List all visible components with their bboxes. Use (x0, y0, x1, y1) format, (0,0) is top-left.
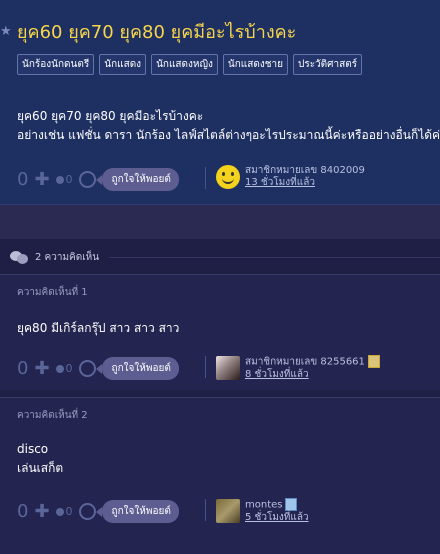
author-name[interactable]: montes (245, 500, 282, 511)
vote-count: 0 (17, 501, 29, 522)
topic-title: ยุค60 ยุค70 ยุค80 ยุคมีอะไรบ้างคะ (17, 22, 297, 43)
minus-count: 0 (65, 173, 73, 186)
tag-item[interactable]: นักแสดงชาย (222, 54, 288, 75)
member-badge-icon (285, 498, 298, 511)
tag-item[interactable]: นักร้องนักดนตรี (17, 54, 95, 75)
like-point-button[interactable]: ถูกใจให้พอยต์ (95, 500, 179, 523)
author-name[interactable]: สมาชิกหมายเลข 8255661 (245, 357, 365, 368)
topic-actions: 0 ✚ 0 ถูกใจให้พอยต์ (17, 168, 179, 191)
comment-number: ความคิดเห็นที่ 2 (17, 410, 88, 421)
like-point-button[interactable]: ถูกใจให้พอยต์ (95, 168, 179, 191)
point-circle-icon[interactable] (78, 360, 96, 377)
minus-dot-icon (55, 507, 64, 516)
comment-author: montes 5 ชั่วโมงที่แล้ว (216, 498, 309, 524)
topic-body: ยุค60 ยุค70 ยุค80 ยุคมีอะไรบ้างคะ อย่างเ… (17, 107, 440, 145)
avatar[interactable] (216, 498, 240, 523)
divider (205, 356, 206, 378)
post-time[interactable]: 8 ชั่วโมงที่แล้ว (245, 369, 380, 381)
star-icon[interactable]: ★ (0, 24, 12, 39)
minus-dot-icon (55, 175, 64, 184)
topic-author: สมาชิกหมายเลข 8402009 13 ชั่วโมงที่แล้ว (216, 165, 365, 189)
tag-list: นักร้องนักดนตรี นักแสดง นักแสดงหญิง นักแ… (17, 54, 363, 75)
spacer-band (0, 205, 440, 239)
smiley-avatar-icon[interactable] (216, 165, 240, 189)
comment-bubbles-icon (10, 249, 28, 265)
like-point-button[interactable]: ถูกใจให้พอยต์ (95, 357, 179, 380)
comment-text-line: disco (17, 442, 49, 456)
minus-count: 0 (65, 505, 73, 518)
tag-item[interactable]: นักแสดงหญิง (151, 54, 218, 75)
comment-card: ความคิดเห็นที่ 1 ยุค80 มีเกิร์ลกรุ๊ป สาว… (0, 274, 440, 390)
minus-vote[interactable]: 0 (55, 362, 73, 375)
vote-count: 0 (17, 169, 29, 190)
minus-count: 0 (65, 362, 73, 375)
author-row: สมาชิกหมายเลข 8255661 (245, 355, 380, 369)
topic-body-line: อย่างเช่น แฟชั่น ดารา นักร้อง ไลฟ์สไตล์ต… (17, 128, 440, 142)
plus-icon[interactable]: ✚ (34, 169, 49, 190)
minus-vote[interactable]: 0 (55, 173, 73, 186)
comment-text-line: เล่นเสก็ต (17, 461, 64, 475)
topic-body-line: ยุค60 ยุค70 ยุค80 ยุคมีอะไรบ้างคะ (17, 109, 204, 123)
divider (205, 167, 206, 189)
avatar[interactable] (216, 355, 240, 380)
comment-count: 2 ความคิดเห็น (35, 251, 100, 263)
post-time[interactable]: 5 ชั่วโมงที่แล้ว (245, 512, 309, 524)
plus-icon[interactable]: ✚ (34, 358, 49, 379)
author-name[interactable]: สมาชิกหมายเลข 8402009 (245, 165, 365, 177)
divider (205, 499, 206, 521)
post-time[interactable]: 13 ชั่วโมงที่แล้ว (245, 177, 365, 189)
plus-icon[interactable]: ✚ (34, 501, 49, 522)
minus-vote[interactable]: 0 (55, 505, 73, 518)
comment-author: สมาชิกหมายเลข 8255661 8 ชั่วโมงที่แล้ว (216, 355, 380, 381)
author-row: montes (245, 498, 309, 512)
comment-card: ความคิดเห็นที่ 2 disco เล่นเสก็ต 0 ✚ 0 ถ… (0, 397, 440, 554)
minus-dot-icon (55, 364, 64, 373)
tag-item[interactable]: ประวัติศาสตร์ (292, 54, 363, 75)
vote-count: 0 (17, 358, 29, 379)
comment-actions: 0 ✚ 0 ถูกใจให้พอยต์ (17, 357, 179, 380)
point-circle-icon[interactable] (78, 171, 96, 188)
member-badge-icon (367, 355, 380, 368)
comment-text: ยุค80 มีเกิร์ลกรุ๊ป สาว สาว สาว (17, 319, 179, 338)
comment-text: disco เล่นเสก็ต (17, 440, 63, 478)
topic-panel: ★ ยุค60 ยุค70 ยุค80 ยุคมีอะไรบ้างคะ นักร… (0, 0, 440, 205)
divider (109, 256, 440, 258)
comment-count-bar: 2 ความคิดเห็น (0, 240, 440, 274)
comment-text-line: ยุค80 มีเกิร์ลกรุ๊ป สาว สาว สาว (17, 321, 180, 335)
point-circle-icon[interactable] (78, 503, 96, 520)
comment-number: ความคิดเห็นที่ 1 (17, 287, 88, 298)
comment-actions: 0 ✚ 0 ถูกใจให้พอยต์ (17, 500, 179, 523)
tag-item[interactable]: นักแสดง (99, 54, 147, 75)
